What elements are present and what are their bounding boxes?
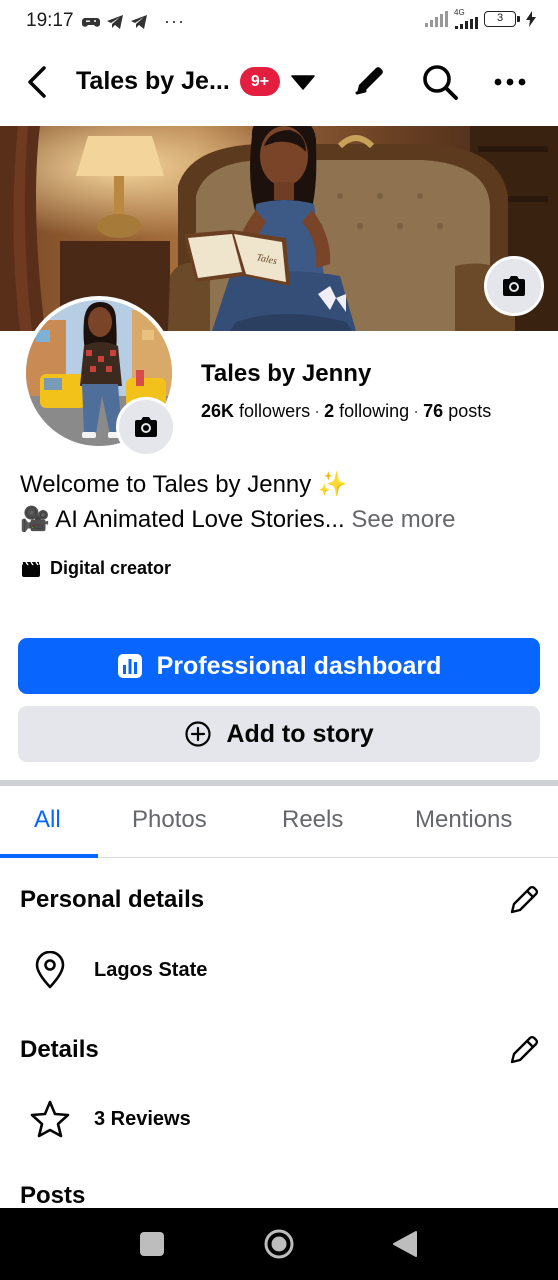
reviews-row[interactable]: 3 Reviews <box>30 1099 191 1139</box>
cover-camera-button[interactable] <box>484 256 544 316</box>
reviews-value: 3 Reviews <box>94 1107 191 1130</box>
system-nav-bar <box>0 1208 558 1280</box>
camera-icon <box>135 417 157 437</box>
active-tab-indicator <box>0 854 98 858</box>
category-label: Digital creator <box>50 558 172 578</box>
location-pin-icon <box>30 950 70 990</box>
back-triangle-icon[interactable] <box>392 1230 418 1258</box>
bio-line-2: 🎥 AI Animated Love Stories... See more <box>20 505 455 534</box>
notification-badge: 9+ <box>240 67 280 96</box>
telegram-icon <box>107 14 123 29</box>
edit-details-icon[interactable] <box>506 1032 542 1068</box>
following-count[interactable]: 2 <box>324 401 334 421</box>
personal-details-title: Personal details <box>20 886 205 913</box>
signal-bars-icon <box>425 11 448 27</box>
edit-personal-details-icon[interactable] <box>506 882 542 918</box>
add-to-story-button[interactable]: Add to story <box>18 706 540 762</box>
signal-bars-4g-icon <box>455 17 478 29</box>
tab-mentions[interactable]: Mentions <box>415 806 512 834</box>
caret-down-icon[interactable] <box>291 74 315 90</box>
network-type: 4G <box>454 8 465 17</box>
more-dots-icon[interactable] <box>492 70 528 94</box>
followers-count[interactable]: 26K <box>201 401 234 421</box>
gamepad-icon <box>82 17 100 27</box>
star-icon <box>30 1099 70 1139</box>
charging-bolt-icon <box>526 11 536 27</box>
bar-chart-icon <box>117 654 142 678</box>
posts-title: Posts <box>20 1182 86 1209</box>
search-icon[interactable] <box>420 62 460 102</box>
category-row: Digital creator <box>22 558 171 579</box>
back-icon[interactable] <box>22 64 54 100</box>
app-header: Tales by Je... 9+ <box>0 42 558 126</box>
pencil-icon[interactable] <box>350 62 388 100</box>
camera-emoji-icon: 🎥 <box>20 506 50 533</box>
tab-all[interactable]: All <box>34 806 61 834</box>
add-to-story-label: Add to story <box>226 719 374 748</box>
avatar-camera-button[interactable] <box>116 397 176 457</box>
camera-icon <box>503 276 525 296</box>
profile-name: Tales by Jenny <box>201 360 372 387</box>
page-title[interactable]: Tales by Je... <box>76 67 230 96</box>
bio-text: AI Animated Love Stories <box>55 506 325 533</box>
professional-dashboard-button[interactable]: Professional dashboard <box>18 638 540 694</box>
details-title: Details <box>20 1036 99 1063</box>
stats-separator: · <box>413 401 420 421</box>
stats-separator: · <box>314 401 321 421</box>
recent-apps-icon[interactable] <box>140 1232 164 1256</box>
bio-line-1: Welcome to Tales by Jenny ✨ <box>20 471 348 498</box>
home-circle-icon[interactable] <box>263 1228 295 1260</box>
profile-stats: 26K followers · 2 following · 76 posts <box>201 401 491 422</box>
location-row: Lagos State <box>30 950 207 990</box>
followers-label[interactable]: followers <box>239 401 310 421</box>
professional-dashboard-label: Professional dashboard <box>156 651 442 680</box>
see-more-link[interactable]: See more <box>351 506 455 533</box>
network-indicator: 4G <box>454 9 478 29</box>
profile-page: 19:17 ··· 4G 3 Tales by Je... 9+ Tales T… <box>0 0 558 1280</box>
posts-count: 76 <box>423 401 444 421</box>
tab-reels[interactable]: Reels <box>282 806 343 834</box>
bio-ellipsis: ... <box>324 506 345 533</box>
profile-tabs: All Photos Reels Mentions <box>0 786 558 858</box>
plus-circle-icon <box>185 721 211 747</box>
status-notification-icons: ··· <box>82 11 185 32</box>
battery-icon: 3 <box>484 11 520 27</box>
tab-photos[interactable]: Photos <box>132 806 207 834</box>
status-time: 19:17 <box>26 10 74 31</box>
status-system-icons: 4G 3 <box>424 9 536 29</box>
status-bar: 19:17 ··· 4G 3 <box>0 0 558 42</box>
battery-level: 3 <box>496 12 504 24</box>
status-overflow-dots: ··· <box>164 11 185 31</box>
location-value: Lagos State <box>94 958 208 981</box>
posts-label: posts <box>448 401 492 421</box>
telegram-icon-2 <box>131 14 147 29</box>
following-label[interactable]: following <box>339 401 409 421</box>
clapperboard-icon <box>22 561 40 577</box>
